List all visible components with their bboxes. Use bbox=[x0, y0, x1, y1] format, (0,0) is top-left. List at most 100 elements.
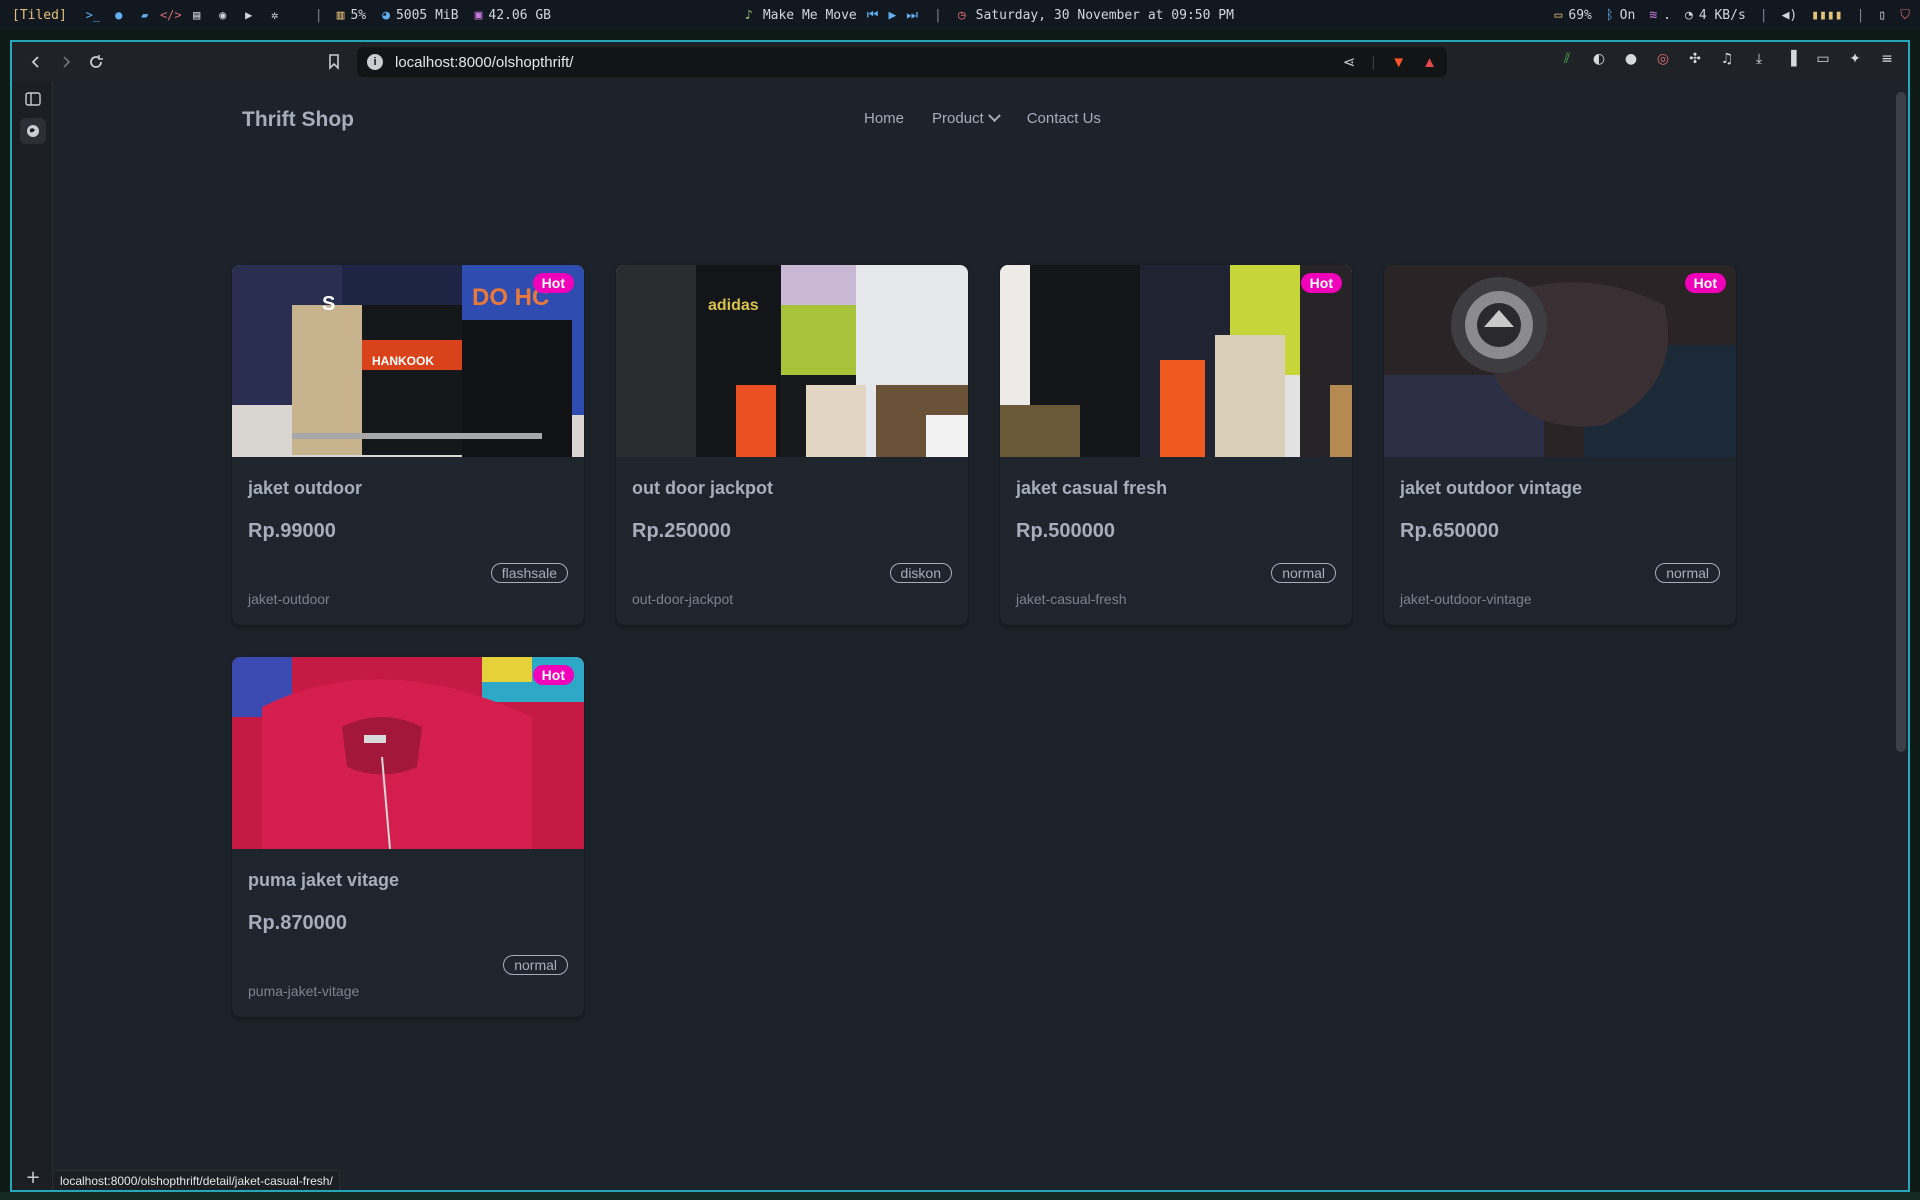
stats-extension-icon[interactable]: ⫽ bbox=[1558, 50, 1576, 68]
product-title[interactable]: jaket outdoor vintage bbox=[1400, 478, 1582, 499]
product-image[interactable]: Hot bbox=[1384, 265, 1736, 457]
browser-window: i localhost:8000/olshopthrift/ ⋖ | ▼ ▲ ⫽… bbox=[10, 40, 1910, 1192]
wallet-icon[interactable]: ▭ bbox=[1814, 50, 1832, 68]
memory-stat: ◕ 5005 MiB bbox=[382, 8, 458, 23]
sidebar-toggle-icon[interactable]: ▐ bbox=[1782, 50, 1800, 68]
separator: | bbox=[933, 7, 942, 23]
address-bar[interactable]: i localhost:8000/olshopthrift/ ⋖ | ▼ ▲ bbox=[357, 47, 1447, 77]
product-slug: jaket-outdoor-vintage bbox=[1400, 591, 1532, 607]
product-card[interactable]: Hot puma jaket vitage Rp.870000 normal p… bbox=[232, 657, 584, 1017]
globe-icon[interactable] bbox=[20, 118, 46, 144]
product-card[interactable]: Hot jaket casual fresh Rp.500000 normal … bbox=[1000, 265, 1352, 625]
product-card[interactable]: HANKOOK DO HC S Hot jaket outdoor Rp.990… bbox=[232, 265, 584, 625]
nav-product-dropdown[interactable]: Product bbox=[932, 109, 1001, 127]
shield-icon[interactable]: ⛉ bbox=[1900, 8, 1910, 23]
product-slug: jaket-outdoor bbox=[248, 591, 330, 607]
datetime[interactable]: Saturday, 30 November at 09:50 PM bbox=[976, 8, 1234, 23]
svg-text:adidas: adidas bbox=[708, 297, 759, 314]
disk-icon: ▣ bbox=[474, 7, 483, 23]
product-title[interactable]: jaket outdoor bbox=[248, 478, 362, 499]
product-price: Rp.870000 bbox=[248, 912, 347, 934]
folder-icon[interactable]: ▰ bbox=[137, 7, 153, 23]
network-speed-stat: ◔ 4 KB/s bbox=[1685, 8, 1746, 23]
wifi-value: . bbox=[1663, 7, 1671, 23]
leo-ai-icon[interactable]: ✦ bbox=[1846, 50, 1864, 68]
firefox-icon[interactable]: ● bbox=[111, 7, 127, 23]
browser-sidebar: + bbox=[12, 82, 53, 1190]
back-icon[interactable] bbox=[24, 50, 48, 74]
volume-icon[interactable]: ◀) bbox=[1782, 8, 1798, 23]
wifi-stat[interactable]: ≋ . bbox=[1649, 8, 1671, 23]
extension-icon[interactable]: ◐ bbox=[1590, 50, 1608, 68]
hot-badge: Hot bbox=[1300, 273, 1342, 293]
play-icon[interactable]: ▶ bbox=[888, 8, 896, 23]
next-track-icon[interactable]: ⏭ bbox=[906, 8, 918, 23]
extension-red-icon[interactable]: ◎ bbox=[1654, 50, 1672, 68]
product-image[interactable]: adidas bbox=[616, 265, 968, 457]
book-icon[interactable]: ▤ bbox=[189, 7, 205, 23]
product-image[interactable]: Hot bbox=[1000, 265, 1352, 457]
brave-rewards-icon[interactable]: ▲ bbox=[1422, 54, 1437, 71]
browser-toolbar: i localhost:8000/olshopthrift/ ⋖ | ▼ ▲ ⫽… bbox=[12, 42, 1908, 82]
cpu-value: 5% bbox=[350, 7, 367, 23]
product-image[interactable]: HANKOOK DO HC S Hot bbox=[232, 265, 584, 457]
system-tray: ▭ 69% ᛒ On ≋ . ◔ 4 KB/s | ◀) ▮▮▮▮ | ▯ ⛉ bbox=[1555, 8, 1910, 23]
sidebar-panel-icon[interactable] bbox=[20, 86, 46, 112]
nav-contact[interactable]: Contact Us bbox=[1027, 110, 1101, 127]
product-price: Rp.99000 bbox=[248, 520, 336, 542]
brave-shields-icon[interactable]: ▼ bbox=[1391, 54, 1406, 71]
battery-icon: ▭ bbox=[1554, 7, 1563, 23]
product-slug: jaket-casual-fresh bbox=[1016, 591, 1127, 607]
nav-home[interactable]: Home bbox=[864, 110, 904, 127]
music-icon[interactable]: ♫ bbox=[1718, 50, 1736, 68]
product-title[interactable]: out door jackpot bbox=[632, 478, 773, 499]
reload-icon[interactable] bbox=[84, 50, 108, 74]
workspace-mode-label[interactable]: [Tiled] bbox=[12, 8, 67, 23]
network-speed-value: 4 KB/s bbox=[1698, 7, 1746, 23]
product-tag: diskon bbox=[889, 563, 952, 583]
scrollbar[interactable] bbox=[1896, 92, 1906, 752]
address-bar-actions: ⋖ | ▼ ▲ bbox=[1343, 53, 1437, 72]
download-icon[interactable]: ⤓ bbox=[1750, 50, 1768, 68]
page-viewport: Thrift Shop Home Product Contact Us HANK… bbox=[54, 82, 1906, 1190]
wifi-icon: ≋ bbox=[1649, 7, 1658, 23]
hot-badge: Hot bbox=[532, 273, 574, 293]
clock-icon: ◷ bbox=[957, 7, 966, 23]
product-image[interactable]: Hot bbox=[232, 657, 584, 849]
bookmark-icon[interactable] bbox=[322, 50, 346, 74]
add-panel-icon[interactable]: + bbox=[20, 1164, 46, 1190]
product-title[interactable]: jaket casual fresh bbox=[1016, 478, 1167, 499]
music-note-icon: ♪ bbox=[745, 7, 753, 23]
bluetooth-value: On bbox=[1619, 7, 1636, 23]
url-text[interactable]: localhost:8000/olshopthrift/ bbox=[395, 54, 573, 71]
product-price: Rp.650000 bbox=[1400, 520, 1499, 542]
terminal-icon[interactable]: >_ bbox=[85, 7, 101, 23]
site-info-icon[interactable]: i bbox=[367, 54, 383, 70]
status-bar-url: localhost:8000/olshopthrift/detail/jaket… bbox=[54, 1170, 340, 1190]
record-icon[interactable]: ● bbox=[1622, 50, 1640, 68]
clipboard-icon[interactable]: ▯ bbox=[1878, 8, 1886, 23]
puzzle-icon[interactable]: ✣ bbox=[1686, 50, 1704, 68]
toolbar-extensions: ⫽ ◐ ● ◎ ✣ ♫ ⤓ ▐ ▭ ✦ ≡ bbox=[1558, 50, 1896, 68]
bluetooth-stat[interactable]: ᛒ On bbox=[1606, 8, 1635, 23]
previous-track-icon[interactable]: ⏮ bbox=[867, 8, 879, 23]
product-title[interactable]: puma jaket vitage bbox=[248, 870, 399, 891]
product-card[interactable]: Hot jaket outdoor vintage Rp.650000 norm… bbox=[1384, 265, 1736, 625]
share-icon[interactable]: ⋖ bbox=[1343, 53, 1356, 71]
menu-icon[interactable]: ≡ bbox=[1878, 50, 1896, 68]
code-editor-icon[interactable]: </> bbox=[160, 7, 182, 23]
chat-icon[interactable]: ◉ bbox=[215, 7, 231, 23]
bluetooth-icon: ᛒ bbox=[1605, 7, 1614, 23]
product-price: Rp.250000 bbox=[632, 520, 731, 542]
memory-pie-icon: ◕ bbox=[382, 7, 390, 23]
separator: | bbox=[1856, 7, 1865, 23]
gear-icon[interactable]: ✲ bbox=[267, 7, 283, 23]
forward-icon[interactable] bbox=[54, 50, 78, 74]
youtube-icon[interactable]: ▶ bbox=[241, 7, 257, 23]
music-title[interactable]: Make Me Move bbox=[763, 8, 857, 23]
product-card[interactable]: adidas out door jackpot Rp.250000 diskon… bbox=[616, 265, 968, 625]
battery-stat: ▭ 69% bbox=[1555, 8, 1592, 23]
separator: | bbox=[314, 7, 323, 23]
brand-link[interactable]: Thrift Shop bbox=[242, 108, 354, 132]
battery-value: 69% bbox=[1568, 7, 1592, 23]
